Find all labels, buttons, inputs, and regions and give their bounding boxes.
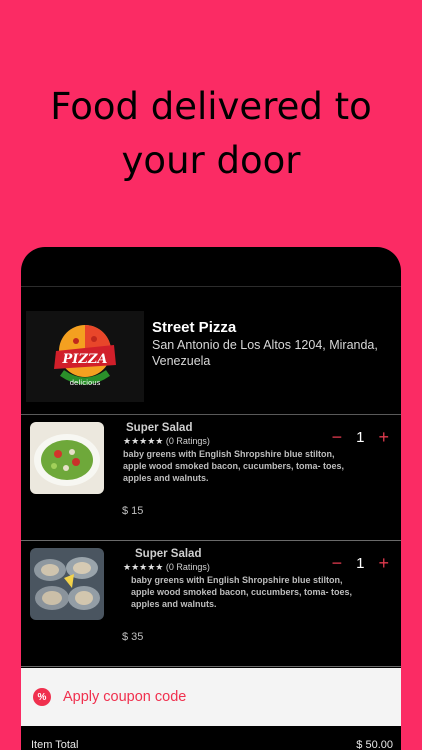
increase-quantity-button[interactable]: + [378, 554, 389, 572]
salad-image [30, 422, 104, 494]
restaurant-logo: PIZZA delicious [26, 311, 144, 402]
phone-screen: PIZZA delicious Street Pizza San Antonio… [21, 247, 401, 750]
headline-line-1: Food delivered to [50, 85, 372, 128]
item-description: baby greens with English Shropshire blue… [131, 575, 353, 609]
rating-stars-icon: ★★★★★ [123, 436, 164, 446]
restaurant-header: PIZZA delicious Street Pizza San Antonio… [21, 287, 401, 415]
headline-line-2: your door [121, 139, 301, 182]
item-rating: ★★★★★ (0 Ratings) [123, 562, 210, 573]
item-price: $ 15 [122, 505, 144, 517]
quantity-stepper: − 1 + [332, 428, 389, 446]
item-total-label: Item Total [31, 739, 79, 750]
decrease-quantity-button[interactable]: − [332, 554, 343, 572]
quantity-value: 1 [356, 554, 365, 572]
headline: Food delivered to your door [0, 80, 422, 188]
rating-stars-icon: ★★★★★ [123, 562, 164, 572]
item-total-row: Item Total $ 50.00 [31, 739, 393, 750]
increase-quantity-button[interactable]: + [378, 428, 389, 446]
decrease-quantity-button[interactable]: − [332, 428, 343, 446]
quantity-value: 1 [356, 428, 365, 446]
item-rating: ★★★★★ (0 Ratings) [123, 436, 210, 447]
restaurant-name: Street Pizza [152, 319, 237, 336]
item-name: Super Salad [126, 422, 193, 434]
coupon-label: Apply coupon code [63, 689, 187, 705]
cart-item[interactable]: Super Salad ★★★★★ (0 Ratings) baby green… [21, 415, 401, 541]
item-price: $ 35 [122, 631, 144, 643]
logo-subtext: delicious [70, 379, 101, 387]
rating-count: (0 Ratings) [165, 562, 210, 572]
rating-count: (0 Ratings) [165, 436, 210, 446]
cart-item[interactable]: Super Salad ★★★★★ (0 Ratings) baby green… [21, 541, 401, 667]
item-description: baby greens with English Shropshire blue… [123, 449, 345, 483]
top-bar [21, 247, 401, 287]
apply-coupon-button[interactable]: % Apply coupon code [21, 668, 401, 726]
quantity-stepper: − 1 + [332, 554, 389, 572]
percent-badge-icon: % [33, 688, 51, 706]
oysters-image [30, 548, 104, 620]
restaurant-address: San Antonio de Los Altos 1204, Miranda, … [152, 338, 378, 368]
item-name: Super Salad [135, 548, 202, 560]
item-total-value: $ 50.00 [356, 739, 393, 750]
logo-text: PIZZA [62, 352, 108, 367]
